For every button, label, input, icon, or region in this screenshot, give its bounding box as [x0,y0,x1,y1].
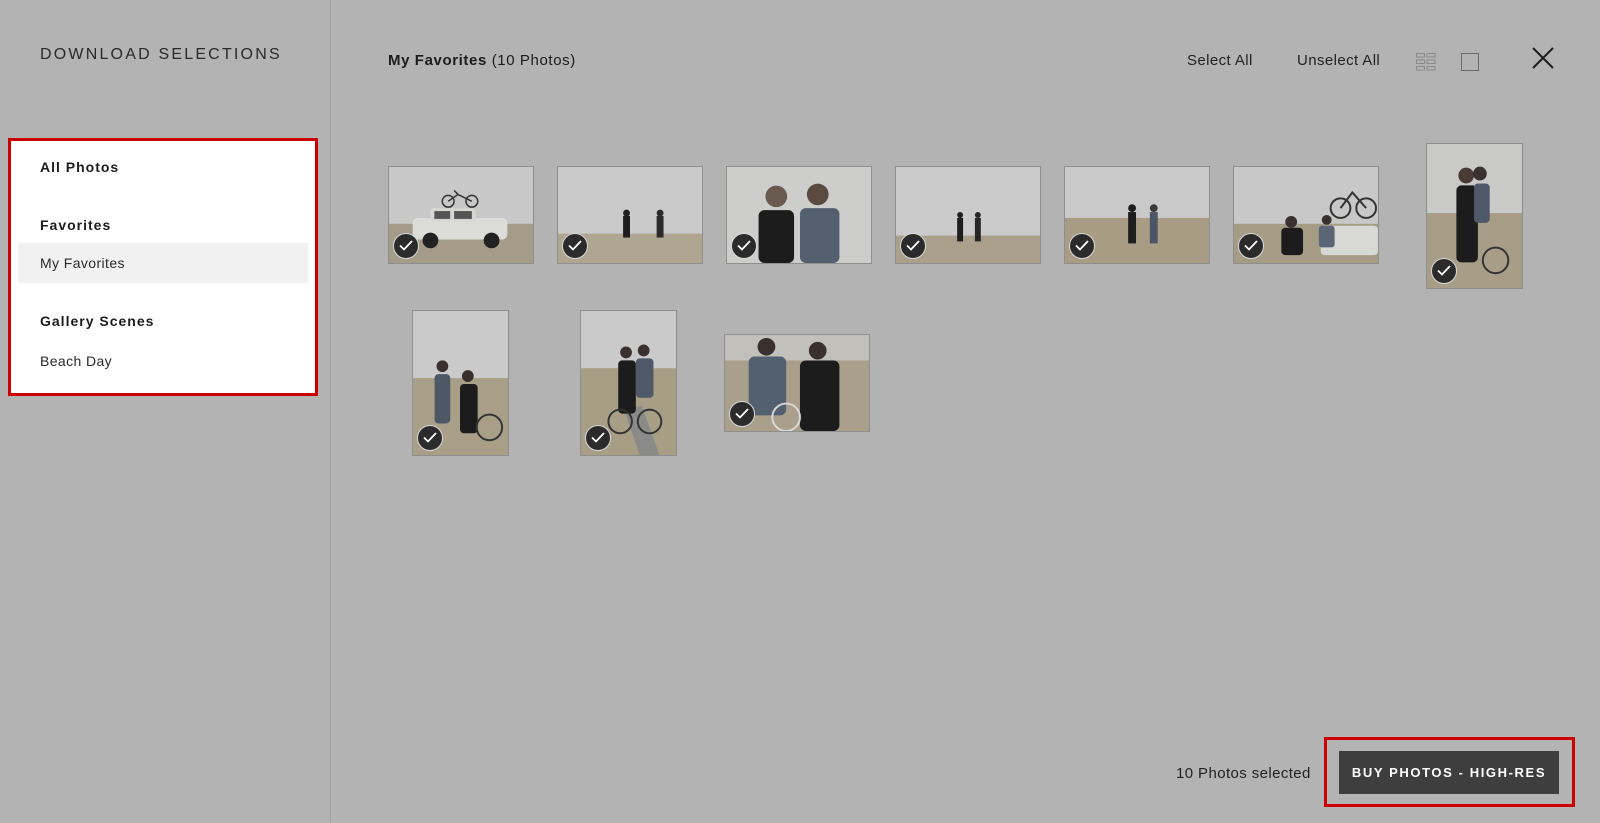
nav-item-beach-day[interactable]: Beach Day [18,341,308,381]
selected-check-icon[interactable] [731,233,757,259]
photo-thumbnail[interactable] [1233,166,1379,264]
photo-thumbnail[interactable] [412,310,509,456]
photo-thumbnail[interactable] [724,334,870,432]
sidebar: DOWNLOAD SELECTIONS All Photos Favorites… [0,0,331,823]
close-icon[interactable] [1532,47,1554,74]
photo-thumbnail[interactable] [1426,143,1523,289]
unselect-all-button[interactable]: Unselect All [1297,52,1380,69]
selected-check-icon[interactable] [417,425,443,451]
selected-check-icon[interactable] [1431,258,1457,284]
download-selections-modal: DOWNLOAD SELECTIONS All Photos Favorites… [0,0,1600,823]
buy-photos-button[interactable]: BUY PHOTOS - HIGH-RES [1339,751,1559,794]
selected-check-icon[interactable] [729,401,755,427]
selected-check-icon[interactable] [393,233,419,259]
photo-thumbnail[interactable] [388,166,534,264]
nav-all-photos[interactable]: All Photos [40,159,119,175]
selected-check-icon[interactable] [1238,233,1264,259]
selected-check-icon[interactable] [562,233,588,259]
nav-item-my-favorites[interactable]: My Favorites [18,243,308,283]
grid-view-icon[interactable] [1416,53,1436,76]
photo-thumbnail[interactable] [580,310,677,456]
selected-check-icon[interactable] [585,425,611,451]
selected-check-icon[interactable] [1069,233,1095,259]
single-view-icon[interactable] [1461,53,1479,76]
select-all-button[interactable]: Select All [1187,52,1253,69]
collection-count: (10 Photos) [491,52,576,69]
selected-check-icon[interactable] [900,233,926,259]
photo-thumbnail[interactable] [557,166,703,264]
nav-heading-gallery-scenes: Gallery Scenes [40,313,155,329]
selected-count: 10 Photos selected [1176,765,1311,782]
collection-name: My Favorites [388,52,487,69]
nav-heading-favorites: Favorites [40,217,112,233]
photo-thumbnail[interactable] [1064,166,1210,264]
photo-thumbnail[interactable] [726,166,872,264]
photo-source-nav: All Photos Favorites My Favorites Galler… [8,138,318,396]
photo-thumbnail[interactable] [895,166,1041,264]
sidebar-title: DOWNLOAD SELECTIONS [40,46,282,63]
collection-title: My Favorites (10 Photos) [388,52,576,69]
